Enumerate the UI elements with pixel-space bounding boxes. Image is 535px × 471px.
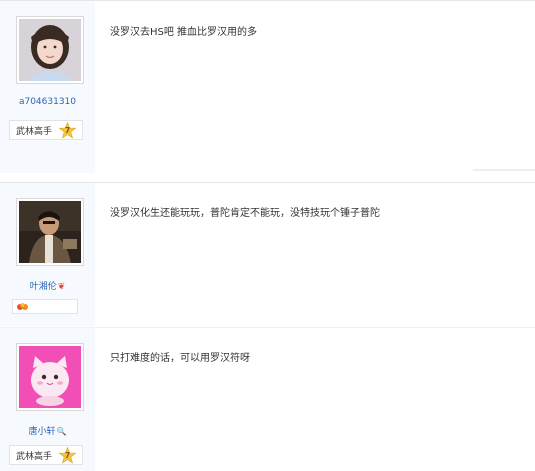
- fan-badge[interactable]: [12, 299, 78, 314]
- post-text: 没罗汉去HS吧 推血比罗汉用的多: [110, 27, 258, 38]
- username-link[interactable]: 叶湘伦❦: [0, 279, 95, 292]
- post-text: 只打难度的话，可以用罗汉符呀: [110, 353, 250, 364]
- level-number: 7: [64, 451, 71, 460]
- post-3-body: 只打难度的话，可以用罗汉符呀: [95, 328, 535, 471]
- level-star-icon: 7: [59, 447, 76, 464]
- username-text[interactable]: 唐小轩: [29, 427, 56, 437]
- rank-label: 武林高手: [16, 126, 53, 137]
- level-number: 7: [64, 126, 71, 135]
- username-link[interactable]: 唐小轩🔍: [0, 424, 95, 437]
- level-star-icon: 7: [59, 122, 76, 139]
- avatar[interactable]: [16, 16, 84, 84]
- avatar[interactable]: [16, 343, 84, 411]
- post-1: a704631310 武林高手 7 没罗汉去HS吧 推血比罗汉用的多: [0, 1, 535, 173]
- avatar[interactable]: [16, 198, 84, 266]
- username-text[interactable]: 叶湘伦: [30, 282, 57, 292]
- post-3-author-panel: 唐小轩🔍 武林高手 7: [0, 328, 95, 471]
- post-3: 唐小轩🔍 武林高手 7 只打难度的话，可以用罗汉符呀: [0, 328, 535, 471]
- girl-avatar-icon: [19, 19, 81, 81]
- username-link[interactable]: a704631310: [0, 97, 95, 107]
- thread-page: a704631310 武林高手 7 没罗汉去HS吧 推血比罗汉用的多 叶湘伦❦ …: [0, 0, 535, 471]
- maple-leaf-icon: ❦: [57, 282, 66, 292]
- magnifier-icon: 🔍: [56, 427, 67, 436]
- rank-badge[interactable]: 武林高手 7: [9, 445, 83, 465]
- man-avatar-icon: [19, 201, 81, 263]
- post-2: 叶湘伦❦ 没罗汉化生还能玩玩，普陀肯定不能玩，没特技玩个锤子普陀: [0, 183, 535, 326]
- post-1-body: 没罗汉去HS吧 推血比罗汉用的多: [95, 1, 535, 173]
- post-2-body: 没罗汉化生还能玩玩，普陀肯定不能玩，没特技玩个锤子普陀: [95, 183, 535, 326]
- post-text: 没罗汉化生还能玩玩，普陀肯定不能玩，没特技玩个锤子普陀: [110, 208, 380, 219]
- pink-cat-avatar-icon: [19, 346, 81, 408]
- rank-label: 武林高手: [16, 451, 53, 462]
- fire-medal-icon: [17, 303, 28, 310]
- post-1-author-panel: a704631310 武林高手 7: [0, 1, 95, 173]
- rank-badge[interactable]: 武林高手 7: [9, 120, 83, 140]
- post-2-author-panel: 叶湘伦❦: [0, 183, 95, 326]
- post-footer-line: [473, 169, 535, 171]
- username-text[interactable]: a704631310: [19, 97, 76, 107]
